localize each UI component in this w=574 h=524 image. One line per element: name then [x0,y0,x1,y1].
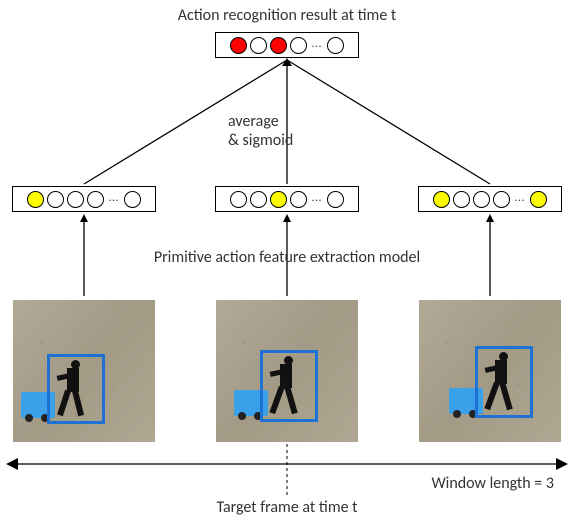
result-vector: ··· [215,32,359,58]
white-node [124,191,141,208]
frame-center [216,300,358,442]
wheel-icon [238,412,246,420]
ellipsis-icon: ··· [515,193,526,206]
red-node [230,37,247,54]
white-node [250,37,267,54]
ellipsis-icon: ··· [312,193,323,206]
ellipsis-icon: ··· [312,39,323,52]
white-node [67,191,84,208]
ellipsis-icon: ··· [109,193,120,206]
feature-vector-right: ··· [418,186,562,212]
white-node [290,191,307,208]
white-node [327,191,344,208]
white-node [230,191,247,208]
wheel-icon [453,410,461,418]
yellow-node [27,191,44,208]
yellow-node [433,191,450,208]
model-label: Primitive action feature extraction mode… [0,248,574,267]
wheel-icon [25,414,33,422]
white-node [327,37,344,54]
yellow-node [530,191,547,208]
target-frame-label: Target frame at time t [0,498,574,517]
white-node [453,191,470,208]
window-length-label: Window length = 3 [431,474,554,493]
merge-label-line2: & sigmoid [228,131,293,150]
feature-vector-left: ··· [12,186,156,212]
frame-right [419,300,561,442]
white-node [493,191,510,208]
white-node [250,191,267,208]
feature-vector-center: ··· [215,186,359,212]
white-node [473,191,490,208]
white-node [87,191,104,208]
frame-left [13,300,155,442]
white-node [290,37,307,54]
red-node [270,37,287,54]
merge-label-line1: average [228,112,293,131]
white-node [47,191,64,208]
merge-label: average & sigmoid [228,112,293,150]
yellow-node [270,191,287,208]
title: Action recognition result at time t [0,6,574,25]
